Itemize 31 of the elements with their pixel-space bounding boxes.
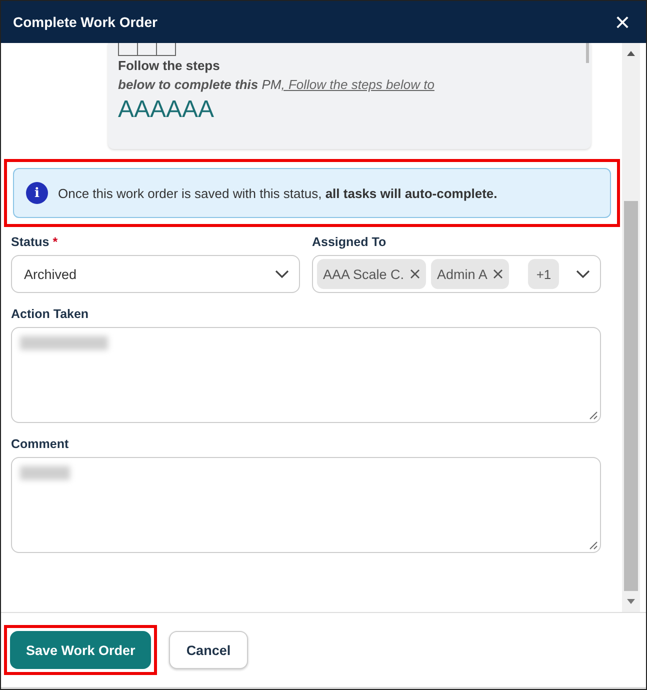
assignee-chip[interactable]: AAA Scale C. xyxy=(317,259,426,289)
field-label: Assigned To xyxy=(312,235,388,249)
preview-text: below to complete this PM xyxy=(118,77,282,92)
dialog-title: Complete Work Order xyxy=(13,14,158,30)
assignee-chip[interactable]: Admin A xyxy=(431,259,510,289)
assignee-select[interactable]: AAA Scale C. Admin A +1 xyxy=(312,255,601,293)
save-button[interactable]: Save Work Order xyxy=(10,631,152,669)
remove-icon[interactable] xyxy=(493,269,504,279)
scrollbar-thumb[interactable] xyxy=(624,201,638,591)
field-label: Status * xyxy=(11,235,59,249)
more-count: +1 xyxy=(528,259,560,289)
scroll-down-icon[interactable] xyxy=(627,599,635,604)
table-drawing xyxy=(118,43,176,56)
scrollbar[interactable] xyxy=(622,43,640,612)
field-label: Comment xyxy=(11,437,70,451)
chevron-down-icon xyxy=(576,270,590,278)
info-icon: i xyxy=(26,182,48,204)
preview-title: AAAAAA xyxy=(118,95,216,125)
preview-link[interactable]: , Follow the steps below to xyxy=(281,77,434,92)
scroll-up-icon[interactable] xyxy=(627,51,635,56)
cancel-button[interactable]: Cancel xyxy=(169,631,248,669)
resize-grip-icon[interactable] xyxy=(589,541,598,550)
banner-text: Once this work order is saved with this status, all tasks will auto-complete. xyxy=(58,186,498,200)
resize-grip-icon[interactable] xyxy=(589,411,598,420)
close-button[interactable]: × xyxy=(610,9,634,35)
scrollbar-thumb[interactable] xyxy=(586,43,589,63)
remove-icon[interactable] xyxy=(410,269,420,279)
chevron-down-icon xyxy=(275,270,289,278)
status-select[interactable]: Archived xyxy=(11,255,300,293)
field-label: Action Taken xyxy=(11,307,90,321)
preview-heading: Follow the steps xyxy=(118,57,221,75)
